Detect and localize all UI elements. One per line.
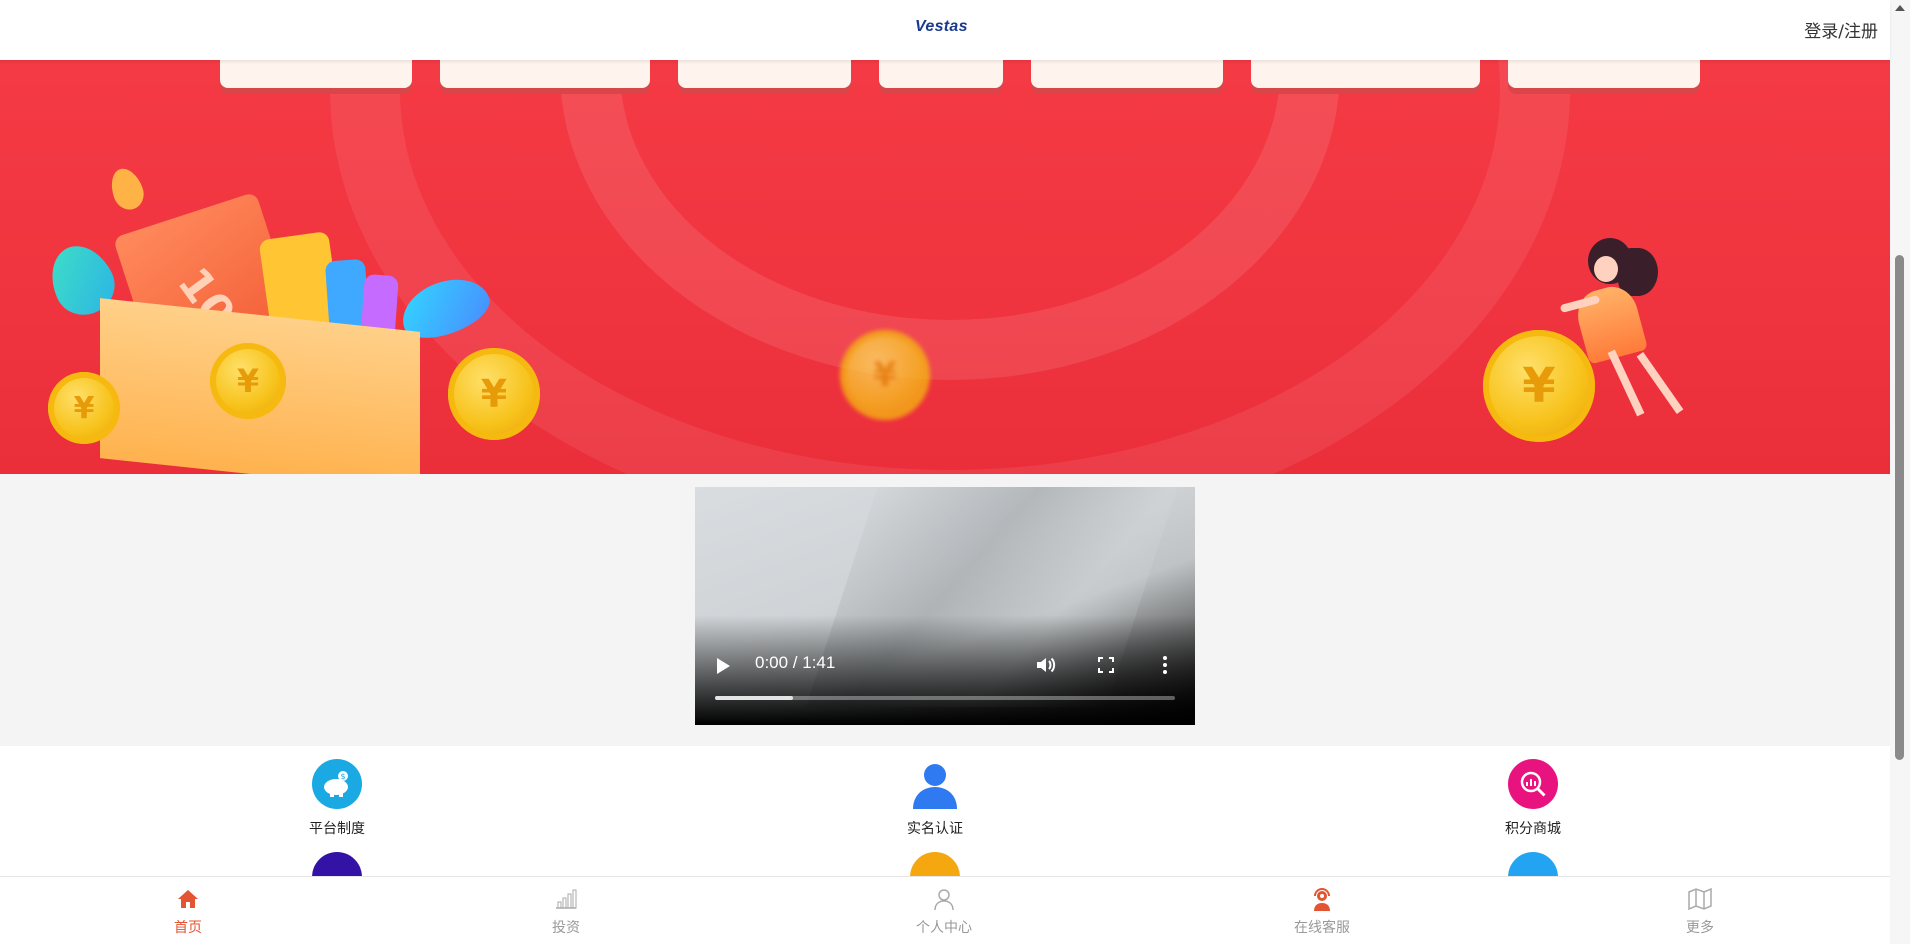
top-header: Vestas 登录/注册 <box>0 0 1890 60</box>
grid-item-label: 积分商城 <box>1505 821 1561 837</box>
grid-item-partial[interactable] <box>875 852 995 876</box>
person-icon <box>934 889 954 911</box>
coin-decoration: ¥ <box>448 348 540 440</box>
grid-item-label: 实名认证 <box>907 821 963 837</box>
page-scrollbar[interactable] <box>1890 0 1910 944</box>
nav-item-label: 首页 <box>174 920 202 936</box>
nav-item-customer-service[interactable]: 在线客服 <box>1272 887 1372 937</box>
falling-coin-decoration: ¥ <box>840 330 930 420</box>
piggy-bank-icon: $ <box>312 759 362 809</box>
video-progress-bar[interactable] <box>715 696 1175 700</box>
svg-text:$: $ <box>340 772 345 781</box>
grid-item-identity-verify[interactable]: 实名认证 <box>875 759 995 838</box>
banner-headline-decoration <box>220 60 1700 88</box>
video-player[interactable]: 0:00 / 1:41 <box>695 487 1195 725</box>
pen-icon <box>312 852 362 876</box>
video-time-display: 0:00 / 1:41 <box>755 653 836 672</box>
page: Vestas 登录/注册 100 ¥ ¥ ¥ ¥ ¥ <box>0 0 1910 944</box>
nav-item-label: 投资 <box>552 920 580 936</box>
grid-item-platform-rules[interactable]: $ 平台制度 <box>277 759 397 838</box>
more-options-icon[interactable] <box>1163 655 1167 675</box>
volume-icon[interactable] <box>1035 655 1057 675</box>
grid-item-partial[interactable] <box>277 852 397 876</box>
user-icon <box>910 759 960 809</box>
orange-drop-decoration <box>105 164 149 214</box>
bar-chart-icon <box>556 889 577 909</box>
video-progress-fill <box>715 696 794 700</box>
scroll-up-arrow-icon[interactable] <box>1895 5 1905 11</box>
bottom-navigation: 首页 投资 个人中心 在线客服 更多 <box>0 876 1890 944</box>
coin-decoration: ¥ <box>210 343 286 419</box>
nav-item-more[interactable]: 更多 <box>1650 887 1750 937</box>
scrollbar-thumb[interactable] <box>1895 255 1904 760</box>
coin-decoration: ¥ <box>48 372 120 444</box>
support-agent-icon <box>1314 888 1330 911</box>
chart-search-icon <box>1508 759 1558 809</box>
video-section: 0:00 / 1:41 <box>0 474 1890 746</box>
nav-item-label: 个人中心 <box>916 920 972 936</box>
map-icon <box>1688 887 1712 911</box>
refresh-icon <box>910 852 960 876</box>
brand-logo[interactable]: Vestas <box>915 18 968 36</box>
nav-item-label: 在线客服 <box>1294 920 1350 936</box>
play-icon[interactable] <box>717 658 730 674</box>
grid-item-partial[interactable] <box>1473 852 1593 876</box>
nav-item-personal-center[interactable]: 个人中心 <box>894 887 994 937</box>
login-register-link[interactable]: 登录/注册 <box>1804 17 1878 42</box>
feature-grid: $ 平台制度 实名认证 积分商城 <box>0 746 1890 876</box>
fullscreen-icon[interactable] <box>1098 657 1114 673</box>
nav-item-home[interactable]: 首页 <box>138 887 238 937</box>
home-icon <box>178 890 198 908</box>
yen-icon <box>1508 852 1558 876</box>
grid-item-points-mall[interactable]: 积分商城 <box>1473 759 1593 838</box>
woman-figure-decoration <box>1559 238 1690 438</box>
grid-item-label: 平台制度 <box>309 821 365 837</box>
nav-item-label: 更多 <box>1686 920 1714 936</box>
promo-banner[interactable]: 100 ¥ ¥ ¥ ¥ ¥ <box>0 60 1890 474</box>
nav-item-invest[interactable]: 投资 <box>516 887 616 937</box>
